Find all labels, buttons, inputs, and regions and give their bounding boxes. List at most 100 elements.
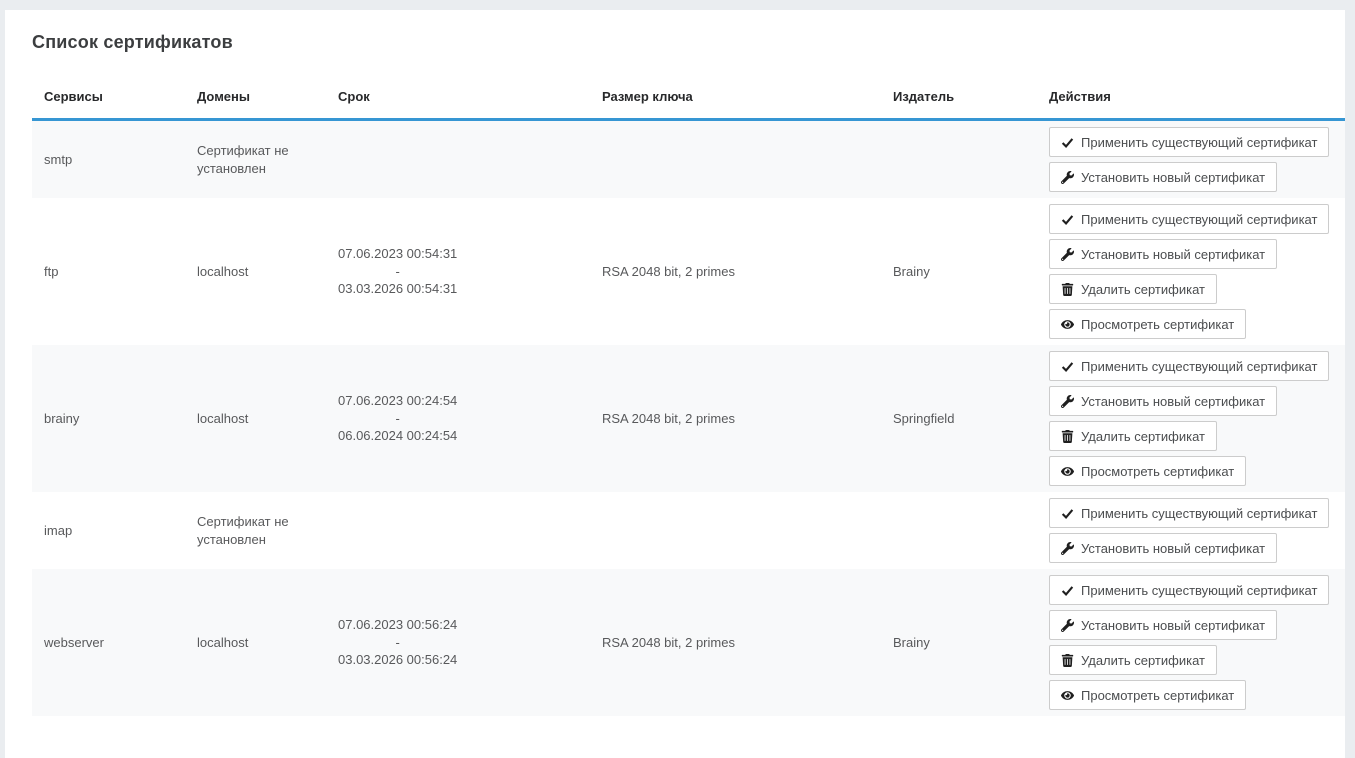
table-row-smtp: smtpСертификат не установлен Применить су… [32,120,1345,199]
cell-key-size: RSA 2048 bit, 2 primes [590,345,881,492]
button-label: Применить существующий сертификат [1081,212,1317,227]
trash-icon [1061,283,1074,296]
cell-key-size: RSA 2048 bit, 2 primes [590,198,881,345]
wrench-icon [1061,395,1074,408]
cell-term [326,492,590,569]
table-header: СервисыДоменыСрокРазмер ключаИздательДей… [32,73,1345,120]
certificates-panel: Список сертификатов СервисыДоменыСрокРаз… [5,10,1345,758]
wrench-icon [1061,248,1074,261]
trash-icon [1061,430,1074,443]
term-to: 03.03.2026 00:56:24 [338,651,457,669]
cell-domain: localhost [185,345,326,492]
cell-issuer: Springfield [881,345,1037,492]
check-icon [1061,584,1074,597]
cell-issuer: Brainy [881,569,1037,716]
cell-service: ftp [32,198,185,345]
term-sep: - [338,634,457,652]
apply-certificate-button[interactable]: Применить существующий сертификат [1049,127,1329,157]
view-certificate-button[interactable]: Просмотреть сертификат [1049,309,1246,339]
cell-issuer: Brainy [881,198,1037,345]
term-from: 07.06.2023 00:54:31 [338,245,457,263]
term-range: 07.06.2023 00:24:54-06.06.2024 00:24:54 [338,392,457,445]
term-sep: - [338,263,457,281]
eye-icon [1061,318,1074,331]
cell-term: 07.06.2023 00:54:31-03.03.2026 00:54:31 [326,198,590,345]
column-header-issuer: Издатель [881,73,1037,120]
eye-icon [1061,465,1074,478]
button-label: Установить новый сертификат [1081,541,1265,556]
term-range: 07.06.2023 00:56:24-03.03.2026 00:56:24 [338,616,457,669]
install-certificate-button[interactable]: Установить новый сертификат [1049,162,1277,192]
cell-actions: Применить существующий сертификат Установ… [1037,345,1345,492]
cell-service: webserver [32,569,185,716]
cell-domain: localhost [185,198,326,345]
cell-key-size [590,120,881,199]
button-label: Установить новый сертификат [1081,170,1265,185]
apply-certificate-button[interactable]: Применить существующий сертификат [1049,351,1329,381]
wrench-icon [1061,171,1074,184]
check-icon [1061,136,1074,149]
cell-term: 07.06.2023 00:56:24-03.03.2026 00:56:24 [326,569,590,716]
check-icon [1061,213,1074,226]
cell-actions: Применить существующий сертификат Установ… [1037,120,1345,199]
button-label: Применить существующий сертификат [1081,135,1317,150]
view-certificate-button[interactable]: Просмотреть сертификат [1049,680,1246,710]
term-range: 07.06.2023 00:54:31-03.03.2026 00:54:31 [338,245,457,298]
install-certificate-button[interactable]: Установить новый сертификат [1049,533,1277,563]
cell-actions: Применить существующий сертификат Установ… [1037,492,1345,569]
install-certificate-button[interactable]: Установить новый сертификат [1049,239,1277,269]
button-label: Удалить сертификат [1081,653,1205,668]
cell-issuer [881,492,1037,569]
term-sep: - [338,410,457,428]
button-label: Удалить сертификат [1081,282,1205,297]
install-certificate-button[interactable]: Установить новый сертификат [1049,610,1277,640]
apply-certificate-button[interactable]: Применить существующий сертификат [1049,204,1329,234]
apply-certificate-button[interactable]: Применить существующий сертификат [1049,498,1329,528]
certificates-table: СервисыДоменыСрокРазмер ключаИздательДей… [32,73,1345,716]
cell-key-size: RSA 2048 bit, 2 primes [590,569,881,716]
view-certificate-button[interactable]: Просмотреть сертификат [1049,456,1246,486]
cell-certificate-status: Сертификат не установлен [185,492,326,569]
cell-domain: localhost [185,569,326,716]
install-certificate-button[interactable]: Установить новый сертификат [1049,386,1277,416]
button-label: Установить новый сертификат [1081,618,1265,633]
cell-key-size [590,492,881,569]
button-label: Применить существующий сертификат [1081,583,1317,598]
table-body: smtpСертификат не установленПрименить су… [32,120,1345,717]
wrench-icon [1061,542,1074,555]
term-to: 06.06.2024 00:24:54 [338,427,457,445]
cell-certificate-status: Сертификат не установлен [185,120,326,199]
button-label: Применить существующий сертификат [1081,506,1317,521]
term-to: 03.03.2026 00:54:31 [338,280,457,298]
delete-certificate-button[interactable]: Удалить сертификат [1049,274,1217,304]
check-icon [1061,507,1074,520]
column-header-term: Срок [326,73,590,120]
cell-service: brainy [32,345,185,492]
button-label: Просмотреть сертификат [1081,688,1234,703]
cell-actions: Применить существующий сертификат Установ… [1037,569,1345,716]
table-row-webserver: webserverlocalhost07.06.2023 00:56:24-03… [32,569,1345,716]
term-from: 07.06.2023 00:24:54 [338,392,457,410]
column-header-services: Сервисы [32,73,185,120]
cell-term [326,120,590,199]
check-icon [1061,360,1074,373]
delete-certificate-button[interactable]: Удалить сертификат [1049,645,1217,675]
button-label: Удалить сертификат [1081,429,1205,444]
button-label: Установить новый сертификат [1081,247,1265,262]
column-header-actions: Действия [1037,73,1345,120]
cell-service: imap [32,492,185,569]
button-label: Установить новый сертификат [1081,394,1265,409]
column-header-key-size: Размер ключа [590,73,881,120]
table-header-row: СервисыДоменыСрокРазмер ключаИздательДей… [32,73,1345,120]
delete-certificate-button[interactable]: Удалить сертификат [1049,421,1217,451]
cell-service: smtp [32,120,185,199]
button-label: Просмотреть сертификат [1081,464,1234,479]
apply-certificate-button[interactable]: Применить существующий сертификат [1049,575,1329,605]
cell-term: 07.06.2023 00:24:54-06.06.2024 00:24:54 [326,345,590,492]
page-title: Список сертификатов [32,32,1345,53]
button-label: Применить существующий сертификат [1081,359,1317,374]
table-row-imap: imapСертификат не установлен Применить су… [32,492,1345,569]
term-from: 07.06.2023 00:56:24 [338,616,457,634]
cell-actions: Применить существующий сертификат Установ… [1037,198,1345,345]
button-label: Просмотреть сертификат [1081,317,1234,332]
